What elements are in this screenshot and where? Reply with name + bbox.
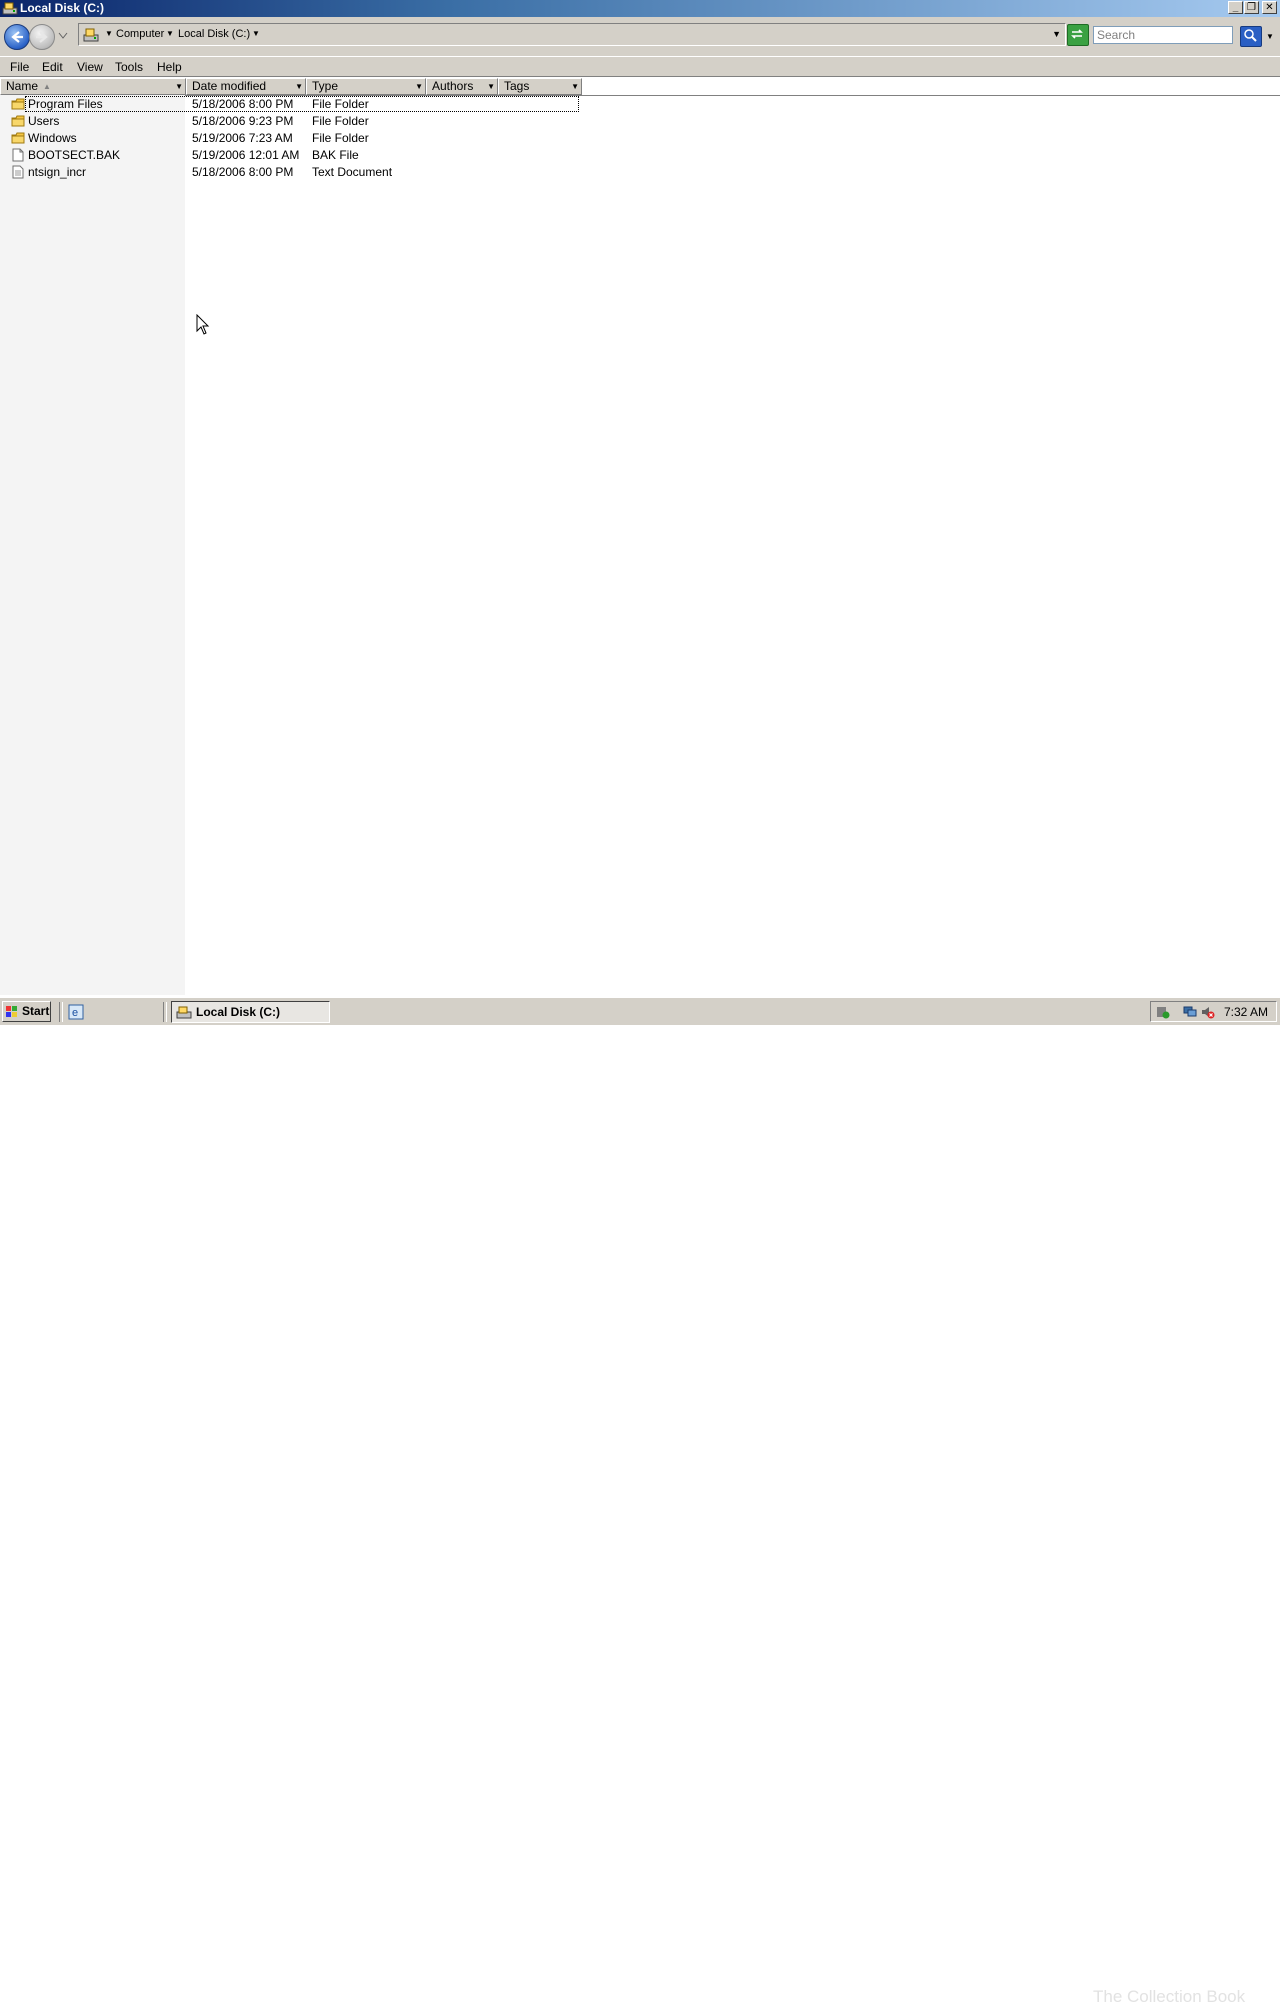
file-date-modified: 5/19/2006 12:01 AM xyxy=(192,148,300,162)
folder-icon xyxy=(11,114,25,128)
column-authors-label: Authors xyxy=(432,79,474,93)
text-file-icon xyxy=(11,165,25,179)
file-date-modified: 5/18/2006 9:23 PM xyxy=(192,114,294,128)
address-bar[interactable]: ▼ Computer ▼ Local Disk (C:) ▼ ▼ xyxy=(78,23,1066,46)
file-row[interactable]: ntsign_incr 5/18/2006 8:00 PM Text Documen… xyxy=(0,164,600,181)
close-button[interactable]: ✕ xyxy=(1262,1,1277,14)
file-row[interactable]: Users 5/18/2006 9:23 PM File Folder xyxy=(0,113,600,130)
back-arrow-icon xyxy=(11,31,23,43)
forward-arrow-icon xyxy=(36,31,48,43)
taskbar: Start e Local Disk (C:) The Collection B… xyxy=(0,997,1280,2006)
clock[interactable]: 7:32 AM xyxy=(1224,1005,1268,1019)
taskbar-separator xyxy=(59,1002,63,1022)
search-button[interactable] xyxy=(1240,26,1262,47)
column-filter-chevron-icon[interactable]: ▼ xyxy=(415,79,423,94)
file-name: Users xyxy=(28,114,60,128)
internet-explorer-icon[interactable]: e xyxy=(68,1004,84,1020)
sort-ascending-icon: ▲ xyxy=(43,82,51,91)
menu-file[interactable]: File xyxy=(10,60,29,74)
drive-icon xyxy=(2,2,18,15)
start-button[interactable]: Start xyxy=(2,1001,51,1022)
column-filter-chevron-icon[interactable]: ▼ xyxy=(295,79,303,94)
refresh-button[interactable] xyxy=(1067,24,1089,46)
menu-edit[interactable]: Edit xyxy=(42,60,63,74)
folder-icon xyxy=(11,97,25,111)
column-type-label: Type xyxy=(312,79,339,93)
file-name: BOOTSECT.BAK xyxy=(28,148,121,162)
file-name: ntsign_incr xyxy=(28,165,87,179)
windows-logo-icon xyxy=(6,1006,17,1017)
file-type: Text Document xyxy=(312,165,393,179)
volume-muted-icon[interactable] xyxy=(1201,1005,1215,1019)
watermark-text: The Collection Book xyxy=(1093,1987,1246,2006)
column-date-label: Date modified xyxy=(192,79,267,93)
menu-help[interactable]: Help xyxy=(157,60,182,74)
start-label: Start xyxy=(22,1004,50,1018)
menu-view[interactable]: View xyxy=(77,60,103,74)
menu-tools[interactable]: Tools xyxy=(115,60,143,74)
column-filter-chevron-icon[interactable]: ▼ xyxy=(175,79,183,94)
column-filter-chevron-icon[interactable]: ▼ xyxy=(487,79,495,94)
taskbar-item-local-disk[interactable]: Local Disk (C:) xyxy=(171,1001,330,1023)
file-name: Windows xyxy=(28,131,77,145)
search-options-chevron-icon[interactable]: ▼ xyxy=(1266,32,1274,41)
breadcrumb-computer[interactable]: Computer xyxy=(116,28,164,40)
navigation-pane xyxy=(0,95,185,995)
recent-pages-chevron-icon[interactable] xyxy=(58,32,68,40)
taskbar-item-label: Local Disk (C:) xyxy=(196,1005,281,1019)
drive-icon xyxy=(83,28,99,42)
back-button[interactable] xyxy=(4,24,30,50)
column-tags[interactable]: Tags ▼ xyxy=(498,78,582,95)
file-row[interactable]: Windows 5/19/2006 7:23 AM File Folder xyxy=(0,130,600,147)
taskbar-separator xyxy=(163,1002,167,1022)
file-row[interactable]: BOOTSECT.BAK 5/19/2006 12:01 AM BAK File xyxy=(0,147,600,164)
crumb-dropdown-icon[interactable]: ▼ xyxy=(105,29,113,38)
column-filter-chevron-icon[interactable]: ▼ xyxy=(571,79,579,94)
column-name[interactable]: Name ▲ ▼ xyxy=(0,78,186,95)
title-bar: Local Disk (C:) _ ❐ ✕ xyxy=(0,0,1280,17)
column-authors[interactable]: Authors ▼ xyxy=(426,78,498,95)
file-date-modified: 5/19/2006 7:23 AM xyxy=(192,131,293,145)
file-date-modified: 5/18/2006 8:00 PM xyxy=(192,165,294,179)
folder-icon xyxy=(11,131,25,145)
forward-button[interactable] xyxy=(29,24,55,50)
address-history-chevron-icon[interactable]: ▼ xyxy=(1052,29,1061,39)
file-type: File Folder xyxy=(312,114,369,128)
column-type[interactable]: Type ▼ xyxy=(306,78,426,95)
network-icon[interactable] xyxy=(1183,1005,1197,1019)
system-tray: 7:32 AM xyxy=(1150,1001,1277,1022)
search-icon xyxy=(1244,29,1257,42)
svg-text:e: e xyxy=(72,1007,78,1019)
navigation-bar: ▼ Computer ▼ Local Disk (C:) ▼ ▼ Search … xyxy=(0,17,1280,57)
mouse-cursor-icon xyxy=(196,314,210,335)
drive-icon xyxy=(176,1006,192,1019)
minimize-button[interactable]: _ xyxy=(1228,1,1243,14)
column-tags-label: Tags xyxy=(504,79,530,93)
breadcrumb-local-disk[interactable]: Local Disk (C:) xyxy=(178,28,250,40)
column-headers: Name ▲ ▼ Date modified ▼ Type ▼ Authors … xyxy=(0,78,1280,96)
refresh-icon xyxy=(1071,29,1083,39)
file-type: File Folder xyxy=(312,131,369,145)
file-type: BAK File xyxy=(312,148,359,162)
menu-bar: File Edit View Tools Help xyxy=(0,57,1280,77)
crumb-dropdown-icon[interactable]: ▼ xyxy=(166,29,174,38)
window-title: Local Disk (C:) xyxy=(20,1,105,15)
security-shield-icon[interactable] xyxy=(1156,1005,1170,1019)
focus-rectangle xyxy=(25,96,579,112)
file-icon xyxy=(11,148,25,162)
column-date-modified[interactable]: Date modified ▼ xyxy=(186,78,306,95)
column-name-label: Name xyxy=(6,79,39,93)
restore-button[interactable]: ❐ xyxy=(1244,1,1259,14)
crumb-dropdown-icon[interactable]: ▼ xyxy=(252,29,260,38)
search-input[interactable]: Search xyxy=(1093,26,1233,44)
